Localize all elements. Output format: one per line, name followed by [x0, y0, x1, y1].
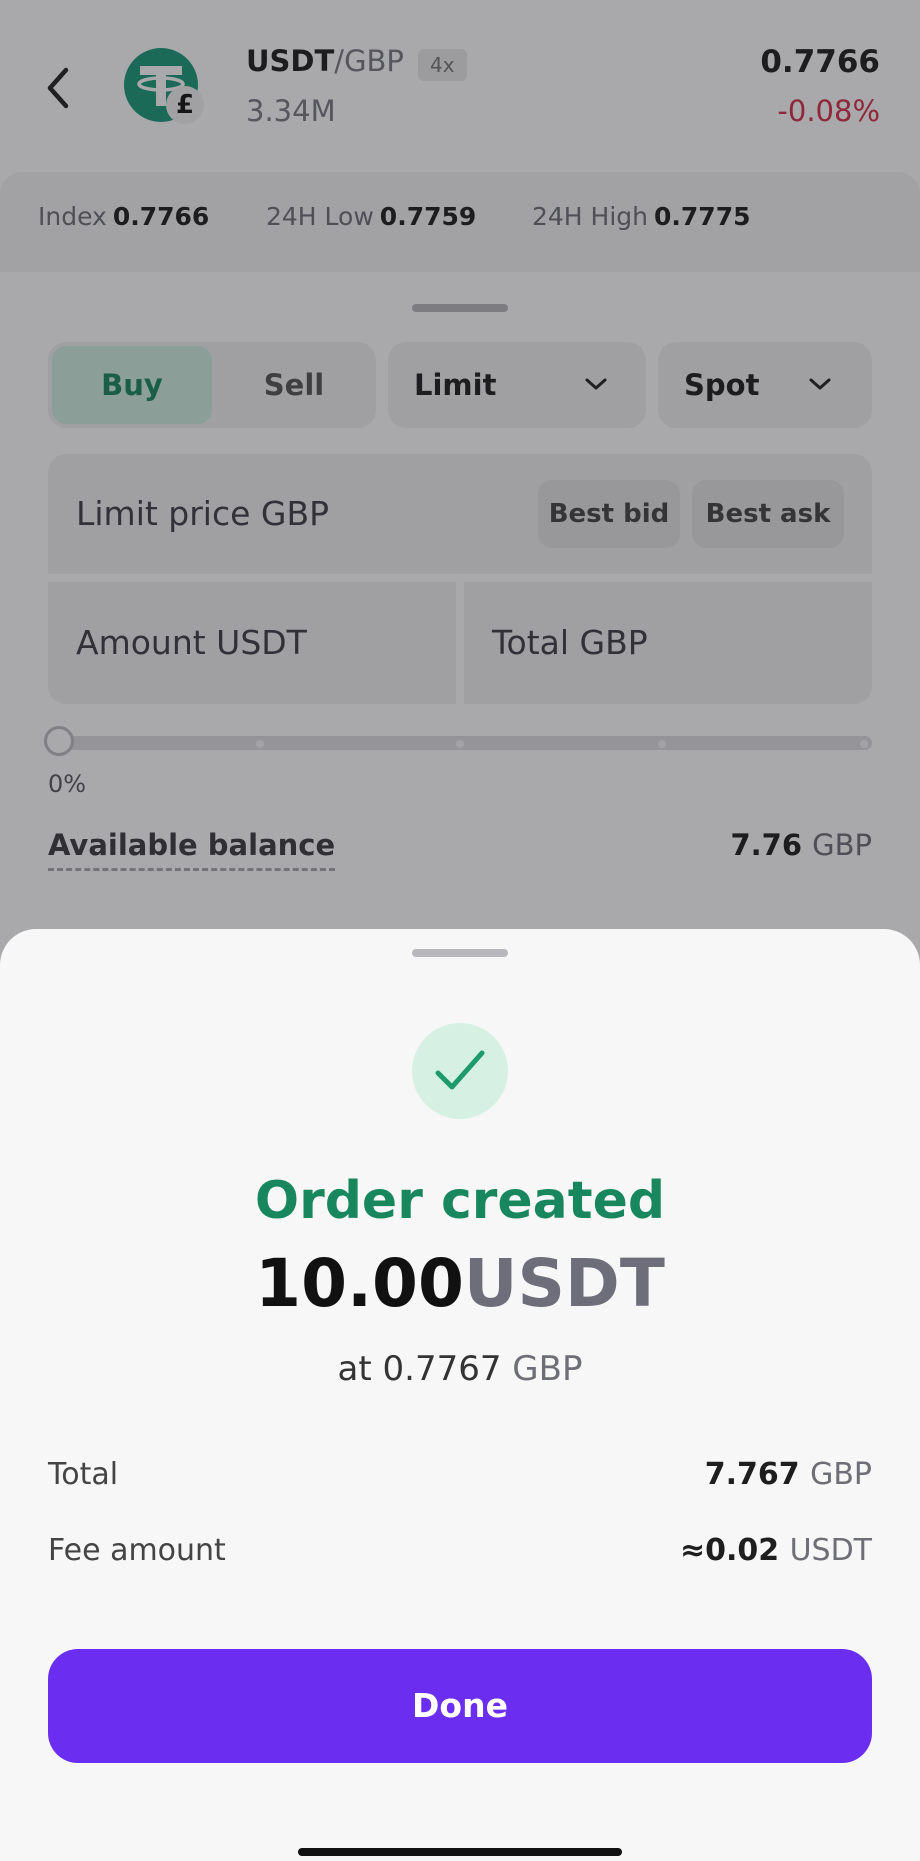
order-amount-unit: USDT [463, 1245, 665, 1322]
fee-row-label: Fee amount [48, 1533, 226, 1568]
sheet-title: Order created [254, 1171, 666, 1231]
success-badge [412, 1023, 508, 1119]
trade-screen: £ USDT/GBP 4x 3.34M 0.7766 -0.08% Index 0… [0, 0, 920, 1861]
total-row-value: 7.767 GBP [704, 1457, 872, 1492]
home-indicator[interactable] [298, 1848, 622, 1856]
sheet-drag-handle[interactable] [412, 949, 508, 957]
order-amount: 10.00USDT [0, 1245, 920, 1322]
order-confirmation-sheet: Order created 10.00USDT at 0.7767 GBP To… [0, 929, 920, 1861]
total-row-label: Total [48, 1457, 119, 1492]
order-amount-value: 10.00 [255, 1245, 464, 1322]
order-price-line: at 0.7767 GBP [337, 1349, 583, 1389]
check-icon [435, 1050, 485, 1090]
fee-row-value: ≈0.02 USDT [679, 1533, 872, 1568]
done-button[interactable]: Done [48, 1649, 872, 1763]
